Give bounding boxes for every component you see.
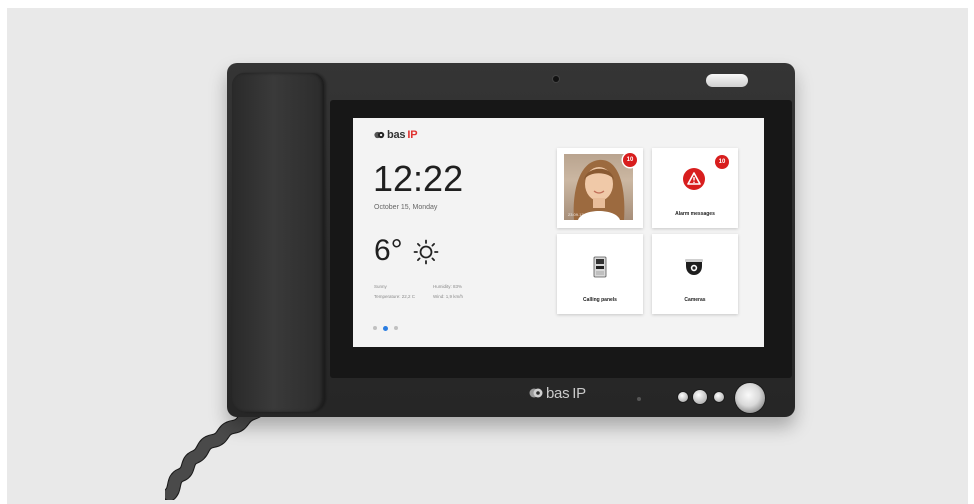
alarm-warning-icon (683, 168, 705, 190)
front-camera (553, 76, 559, 82)
brand-text: bas (546, 384, 570, 402)
intercom-panel-icon (593, 256, 607, 278)
tile-alarm-messages[interactable]: 10 Alarm messages (652, 148, 738, 228)
brand-text: bas (387, 129, 406, 141)
tile-label: Cameras (684, 297, 706, 303)
key-button-left[interactable] (678, 392, 688, 402)
dome-camera-icon (685, 259, 703, 275)
weather-wind: Wind: 1,9 km/h (433, 294, 464, 299)
photo-timestamp: 23.09.17 12:00 (568, 212, 595, 217)
weather-humidity: Humidity: 83% (433, 284, 463, 289)
visitor-photo: 23.09.17 12:00 (564, 154, 633, 220)
page-indicator (373, 325, 398, 331)
brand-mark-icon (374, 131, 385, 139)
brand-mark-icon (529, 387, 543, 399)
clock-date: October 15, Monday (374, 204, 438, 211)
brand-ip-text: IP (572, 384, 586, 402)
page-dot-active[interactable] (383, 325, 388, 331)
tile-visitor-history[interactable]: 23.09.17 12:00 10 (557, 148, 643, 228)
screen-brand-logo: bas IP (374, 129, 418, 141)
microphone-hole (637, 397, 641, 401)
sun-icon (413, 239, 439, 265)
tile-label: Alarm messages (675, 211, 715, 217)
page-dot[interactable] (394, 326, 398, 330)
weather-temperature: 6° (374, 234, 403, 267)
status-led (706, 74, 748, 87)
main-call-button[interactable] (735, 383, 765, 413)
handset[interactable] (232, 73, 324, 412)
device-brand-logo: bas IP (529, 384, 586, 402)
clock-time: 12:22 (373, 158, 464, 199)
notification-badge: 10 (715, 155, 729, 169)
visitor-portrait-icon (573, 159, 625, 220)
monitor-screen: bas IP 12:22 October 15, Monday 6° Sunny … (353, 118, 764, 347)
brand-ip-text: IP (407, 129, 418, 141)
tile-cameras[interactable]: Cameras (652, 234, 738, 314)
tile-label: Calling panels (583, 297, 617, 303)
weather-condition: Sunny (374, 284, 387, 289)
key-button-right[interactable] (714, 392, 724, 402)
unlock-button[interactable] (693, 390, 707, 404)
weather-temperature-detail: Temperature: 22,2 C (374, 294, 416, 299)
notification-badge: 10 (623, 153, 637, 167)
tile-calling-panels[interactable]: Calling panels (557, 234, 643, 314)
page-dot[interactable] (373, 326, 377, 330)
